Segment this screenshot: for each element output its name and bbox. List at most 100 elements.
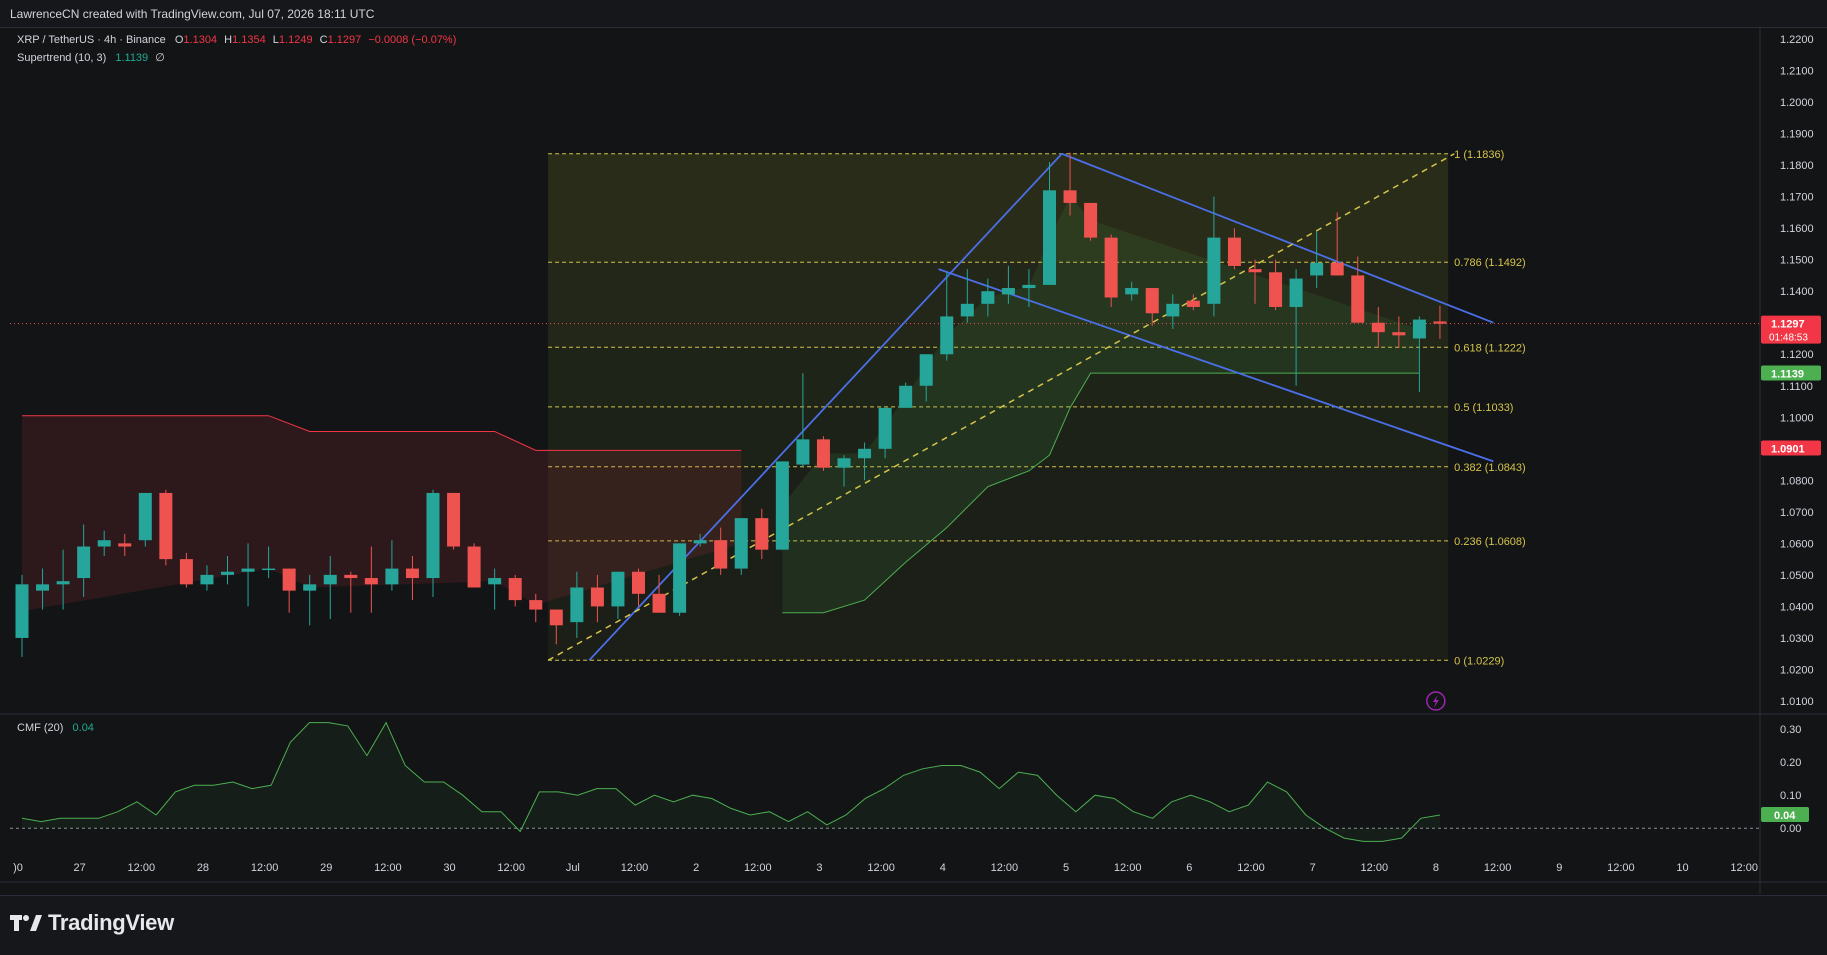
price-tick: 1.0100 <box>1780 696 1814 708</box>
candle-body <box>1289 278 1303 307</box>
candle-body <box>36 584 50 591</box>
symbol-title: XRP / TetherUS · 4h · Binance <box>17 34 166 46</box>
price-label-text: 1.1297 <box>1771 319 1805 331</box>
candle <box>15 574 29 657</box>
candle-body <box>77 546 91 579</box>
candle-body <box>1043 190 1056 285</box>
candle <box>467 543 481 588</box>
time-tick: 12:00 <box>1361 862 1389 874</box>
time-tick: 12:00 <box>1730 862 1758 874</box>
price-tick: 1.2000 <box>1780 97 1814 109</box>
candle-body <box>570 587 584 623</box>
candle-body <box>940 316 954 355</box>
price-label: 1.1297 01:48:53 <box>1761 315 1821 344</box>
candle-body <box>467 546 481 588</box>
candle <box>138 492 152 547</box>
candle-body <box>1207 237 1221 304</box>
candle-body <box>97 540 111 547</box>
candle-body <box>1227 237 1241 266</box>
candle-body <box>1392 332 1406 336</box>
candle-body <box>878 407 892 449</box>
time-tick: 12:00 <box>1114 862 1142 874</box>
candle-body <box>1371 322 1385 333</box>
time-tick: 2 <box>693 862 699 874</box>
candle <box>344 571 358 613</box>
candle-body <box>385 568 399 585</box>
price-tick: 1.2100 <box>1780 66 1814 78</box>
candle-body <box>919 354 933 386</box>
candle-body <box>200 574 214 585</box>
supertrend-value: 1.1139 <box>115 52 149 64</box>
price-tick: 1.0200 <box>1780 664 1814 676</box>
cmf-indicator <box>10 721 1760 842</box>
time-tick: 12:00 <box>374 862 402 874</box>
candle-body <box>981 291 995 304</box>
time-tick: 5 <box>1063 862 1069 874</box>
candle-body <box>179 559 193 585</box>
candle-body <box>1310 262 1324 276</box>
tradingview-logo-icon <box>10 915 42 931</box>
candle-body <box>282 568 296 591</box>
time-tick: )0 <box>13 862 23 874</box>
fib-level-label: 0.786 (1.1492) <box>1454 257 1526 269</box>
time-tick: 12:00 <box>621 862 649 874</box>
price-tick: 1.0700 <box>1780 507 1814 519</box>
candle-body <box>1104 237 1118 298</box>
candle-body <box>734 518 748 569</box>
candle-body <box>56 581 70 585</box>
symbol-legend: XRP / TetherUS · 4h · Binance O1.1304 H1… <box>17 34 457 46</box>
time-tick: 7 <box>1310 862 1316 874</box>
time-tick: 9 <box>1556 862 1562 874</box>
price-tick: 1.1700 <box>1780 192 1814 204</box>
price-tick: 1.2200 <box>1780 34 1814 46</box>
price-tick: 1.0800 <box>1780 475 1814 487</box>
price-labels: 1.1297 01:48:53 1.1139 1.0901 0.04 <box>1426 315 1821 822</box>
candle <box>734 518 748 575</box>
candle-body <box>1084 202 1098 238</box>
supertrend-legend[interactable]: Supertrend (10, 3) 1.1139 ∅ <box>17 51 165 64</box>
candle-body <box>1412 319 1426 339</box>
time-tick: 12:00 <box>867 862 895 874</box>
price-label: 1.1139 <box>1761 365 1821 381</box>
top-bar: LawrenceCN created with TradingView.com,… <box>0 0 1827 28</box>
chart[interactable]: 1 (1.1836) 0.786 (1.1492) 0.618 (1.1222) 0.… <box>0 28 1827 894</box>
candle <box>447 492 461 550</box>
tradingview-logo[interactable]: TradingView <box>10 910 174 936</box>
candle-body <box>652 593 666 613</box>
brand-name: TradingView <box>48 910 174 935</box>
time-tick: Jul <box>566 862 580 874</box>
candle-body <box>364 578 378 585</box>
candle-body <box>714 540 728 569</box>
cmf-tick: 0.10 <box>1780 790 1801 802</box>
candle-body <box>632 571 645 594</box>
fib-level-label: 1 (1.1836) <box>1454 149 1504 161</box>
candle-body <box>529 600 543 610</box>
price-tick: 1.1500 <box>1780 255 1814 267</box>
price-tick: 1.1100 <box>1780 381 1813 393</box>
time-tick: 28 <box>197 862 209 874</box>
candle-body <box>816 439 830 468</box>
candle-body <box>755 518 769 550</box>
time-axis: )0 27 12:00 28 12:00 29 12:00 30 12:00 Jul 12:00 2 1… <box>13 862 1758 874</box>
cmf-fill <box>22 722 1440 842</box>
candle-body <box>488 578 502 585</box>
time-tick: 27 <box>74 862 86 874</box>
candle-body <box>590 587 604 607</box>
price-tick: 1.1000 <box>1780 412 1814 424</box>
time-tick: 12:00 <box>1607 862 1635 874</box>
candle-body <box>323 574 337 585</box>
time-tick: 10 <box>1676 862 1688 874</box>
price-tick: 1.1800 <box>1780 160 1814 172</box>
price-label-text: 1.0901 <box>1771 443 1805 455</box>
candle-body <box>426 492 440 579</box>
fib-zone <box>548 153 1449 263</box>
price-tick: 1.1200 <box>1780 349 1814 361</box>
price-axis: 1.2200 1.2100 1.2000 1.1900 1.1800 1.1700 1.16… <box>1780 34 1814 835</box>
cmf-legend[interactable]: CMF (20) 0.04 <box>17 722 94 734</box>
time-tick: 12:00 <box>497 862 525 874</box>
candle-body <box>858 448 872 459</box>
candle <box>282 568 296 613</box>
time-tick: 12:00 <box>744 862 772 874</box>
lightning-icon-bolt <box>1432 695 1439 708</box>
candle-body <box>837 458 851 468</box>
